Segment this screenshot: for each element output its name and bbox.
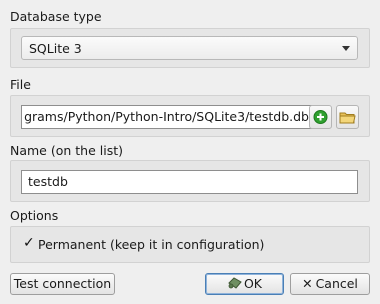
permanent-checkbox-label[interactable]: Permanent (keep it in configuration) (38, 237, 264, 252)
file-group: grams/Python/Python-Intro/SQLite3/testdb… (10, 95, 370, 137)
file-path-input[interactable]: grams/Python/Python-Intro/SQLite3/testdb… (21, 105, 316, 129)
ok-icon (228, 277, 242, 289)
test-connection-label: Test connection (13, 276, 112, 291)
permanent-checkbox[interactable]: ✓ (23, 236, 35, 250)
database-type-select[interactable]: SQLite 3 (21, 36, 358, 60)
database-type-group: SQLite 3 (10, 28, 370, 68)
folder-icon (339, 112, 356, 124)
database-type-selected: SQLite 3 (29, 41, 82, 56)
close-icon: ✕ (302, 276, 313, 291)
options-label: Options (10, 208, 59, 223)
file-path-text: grams/Python/Python-Intro/SQLite3/testdb… (24, 109, 309, 124)
options-group: ✓ Permanent (keep it in configuration) (10, 226, 370, 263)
database-type-label: Database type (10, 9, 102, 24)
ok-button[interactable]: OK (205, 273, 284, 295)
browse-file-button[interactable] (336, 105, 359, 129)
ok-label: OK (243, 276, 263, 291)
test-connection-button[interactable]: Test connection (10, 273, 115, 295)
cancel-button[interactable]: ✕ Cancel (290, 273, 370, 295)
cancel-label: Cancel (315, 276, 358, 291)
chevron-down-icon (342, 46, 350, 51)
name-group: testdb (10, 160, 370, 202)
name-label: Name (on the list) (10, 143, 123, 158)
name-input[interactable]: testdb (21, 170, 358, 194)
green-plus-icon (313, 110, 328, 124)
add-file-button[interactable] (309, 105, 332, 129)
file-label: File (10, 77, 31, 92)
